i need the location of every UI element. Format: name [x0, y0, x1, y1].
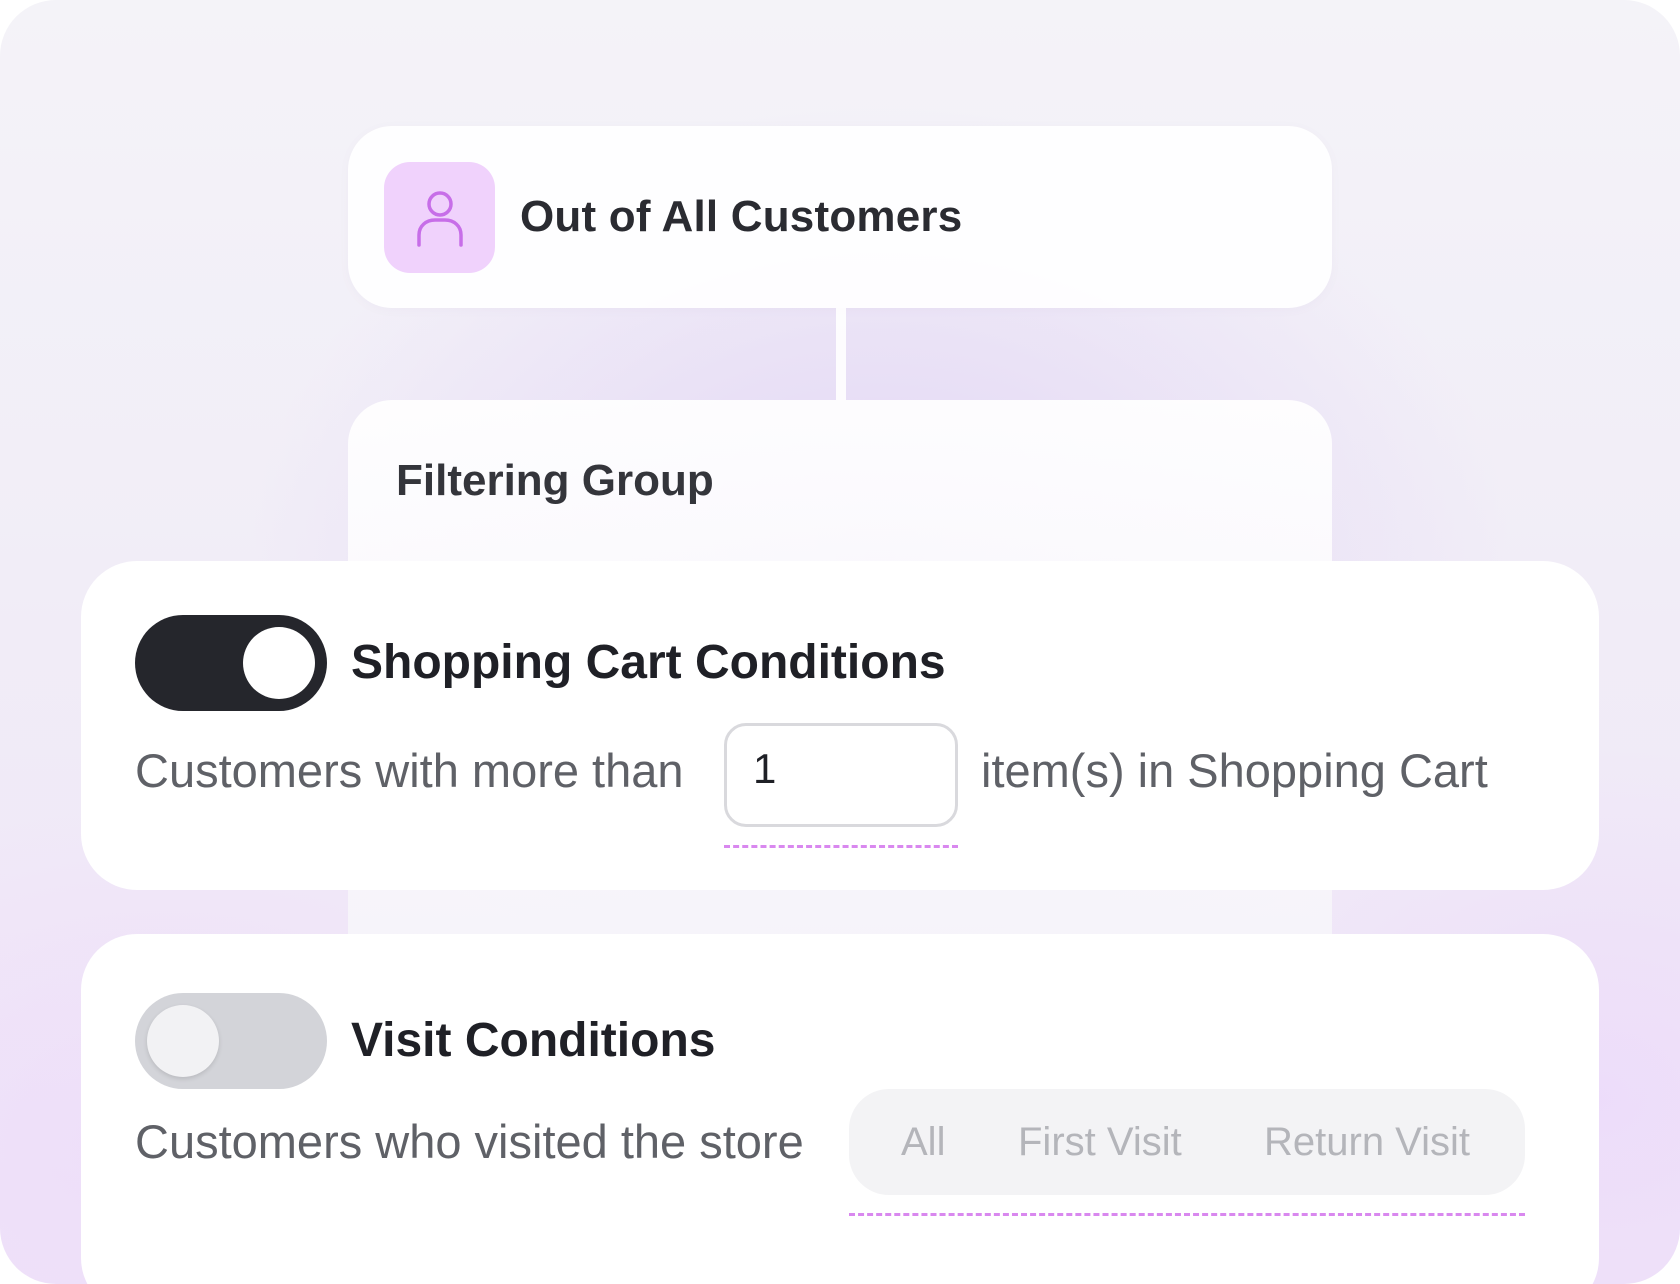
visit-conditions-toggle[interactable] — [135, 993, 327, 1089]
visit-option-return-visit[interactable]: Return Visit — [1264, 1089, 1470, 1195]
flow-connector — [836, 308, 846, 400]
background-stage: Out of All Customers Filtering Group Sho… — [0, 0, 1680, 1284]
visit-option-first-visit[interactable]: First Visit — [1018, 1089, 1182, 1195]
user-icon — [415, 189, 465, 247]
visit-conditions-title: Visit Conditions — [351, 1014, 716, 1067]
visit-dashed-underline — [849, 1213, 1525, 1216]
toggle-knob — [147, 1005, 219, 1077]
shopping-cart-toggle[interactable] — [135, 615, 327, 711]
visit-option-all[interactable]: All — [901, 1089, 945, 1195]
visit-type-segmented-control: All First Visit Return Visit — [849, 1089, 1525, 1195]
cart-prefix-text: Customers with more than — [135, 744, 684, 797]
quantity-dashed-underline — [724, 845, 958, 848]
cart-quantity-input[interactable] — [724, 723, 958, 827]
cart-suffix-text: item(s) in Shopping Cart — [981, 744, 1488, 797]
source-title: Out of All Customers — [520, 192, 963, 241]
toggle-knob — [243, 627, 315, 699]
source-icon-tile — [384, 162, 495, 273]
source-card: Out of All Customers — [348, 126, 1332, 308]
visit-condition-card: Visit Conditions Customers who visited t… — [81, 934, 1599, 1284]
visit-prefix-text: Customers who visited the store — [135, 1115, 804, 1168]
shopping-cart-condition-card: Shopping Cart Conditions Customers with … — [81, 561, 1599, 890]
shopping-cart-title: Shopping Cart Conditions — [351, 636, 946, 689]
filtering-group-title: Filtering Group — [396, 456, 714, 505]
